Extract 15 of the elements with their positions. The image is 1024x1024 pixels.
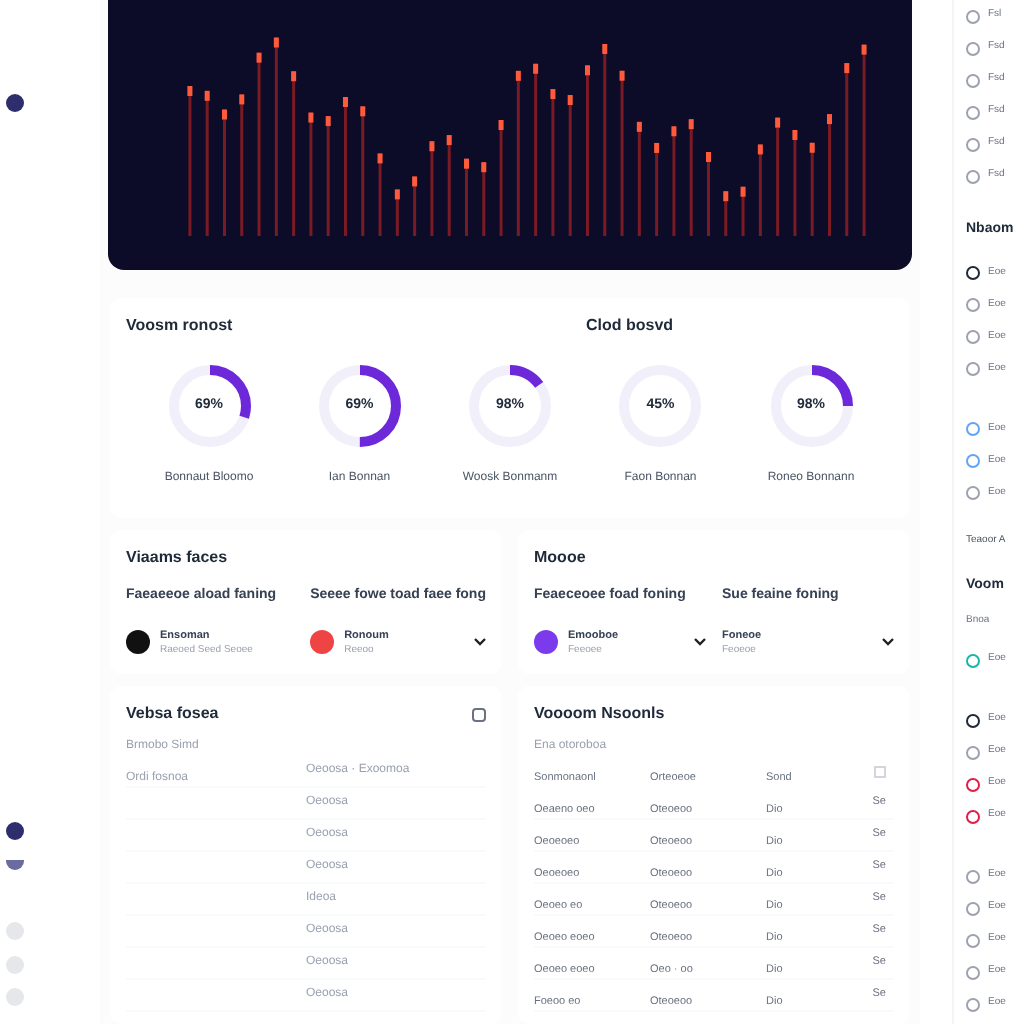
chevron-down-icon[interactable] — [882, 638, 894, 647]
card-title: Voosm ronost — [126, 314, 235, 338]
donut-chart — [315, 362, 404, 450]
card-title: Moooe — [534, 546, 588, 570]
card-title: Voooom Nsoonls — [534, 702, 667, 726]
menu-icon[interactable] — [472, 707, 486, 721]
donut-chart — [466, 362, 554, 450]
donut-chart — [767, 362, 855, 450]
chevron-down-icon[interactable] — [474, 638, 486, 647]
donut-chart — [165, 362, 253, 450]
card-title: Vebsa fosea — [126, 702, 219, 726]
checkbox[interactable] — [874, 766, 886, 778]
chevron-down-icon[interactable] — [694, 638, 706, 647]
card-title: Viaams faces — [126, 546, 230, 570]
card-title: Clod bosvd — [586, 314, 674, 338]
